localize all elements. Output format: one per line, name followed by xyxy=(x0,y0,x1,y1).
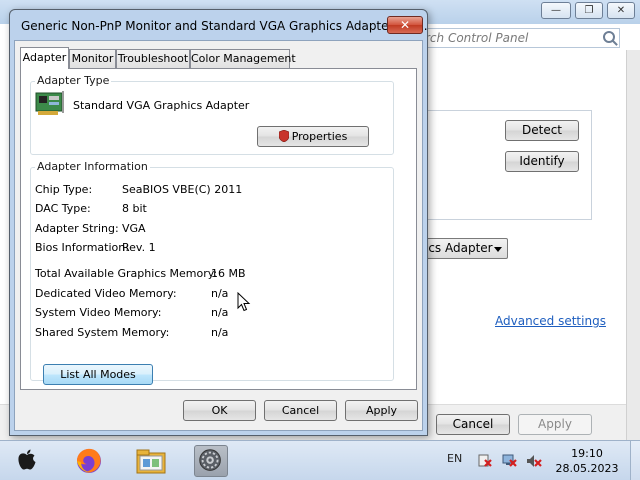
settings-taskbar-button[interactable] xyxy=(194,445,228,477)
action-center-icon[interactable] xyxy=(478,454,494,468)
tab-adapter[interactable]: Adapter xyxy=(20,47,69,69)
graphics-card-icon xyxy=(35,91,64,115)
bios-information-value: Rev. 1 xyxy=(122,241,156,254)
dac-type-label: DAC Type: xyxy=(35,202,91,215)
dedicated-video-memory-value: n/a xyxy=(211,287,229,300)
search-input[interactable]: rch Control Panel xyxy=(420,28,620,48)
dialog-cancel-button[interactable]: Cancel xyxy=(264,400,337,421)
shared-system-memory-value: n/a xyxy=(211,326,229,339)
dialog-close-button[interactable]: ✕ xyxy=(387,16,423,34)
tab-monitor[interactable]: Monitor xyxy=(69,49,116,68)
clock[interactable]: 19:10 28.05.2023 xyxy=(552,446,622,476)
identify-button[interactable]: Identify xyxy=(505,151,579,172)
properties-label: Properties xyxy=(291,130,348,143)
clock-date: 28.05.2023 xyxy=(555,462,619,475)
firefox-icon[interactable] xyxy=(72,445,106,477)
display-select-value: ics Adapter xyxy=(425,241,493,255)
display-select[interactable]: ics Adapter xyxy=(420,238,508,259)
adapter-type-group: Adapter Type Standard VGA Graphics Adapt… xyxy=(30,74,394,155)
shield-icon xyxy=(278,130,289,142)
chip-type-label: Chip Type: xyxy=(35,183,93,196)
dialog-body: Adapter Monitor Troubleshoot Color Manag… xyxy=(14,40,423,431)
dedicated-video-memory-label: Dedicated Video Memory: xyxy=(35,287,177,300)
tab-troubleshoot[interactable]: Troubleshoot xyxy=(116,49,190,68)
total-graphics-memory-label: Total Available Graphics Memory: xyxy=(35,267,218,280)
file-explorer-icon[interactable] xyxy=(134,445,168,477)
system-video-memory-value: n/a xyxy=(211,306,229,319)
cancel-button[interactable]: Cancel xyxy=(436,414,510,435)
advanced-settings-link[interactable]: Advanced settings xyxy=(495,314,606,328)
settings-icon xyxy=(199,449,221,471)
bios-information-label: Bios Information: xyxy=(35,241,129,254)
detect-button[interactable]: Detect xyxy=(505,120,579,141)
ok-button[interactable]: OK xyxy=(183,400,256,421)
dialog-apply-button[interactable]: Apply xyxy=(345,400,418,421)
taskbar: EN 19:10 28.05.2023 xyxy=(0,440,640,480)
clock-time: 19:10 xyxy=(571,447,603,460)
close-button[interactable]: ✕ xyxy=(607,2,635,19)
adapter-information-group: Adapter Information Chip Type: SeaBIOS V… xyxy=(30,160,394,381)
adapter-type-legend: Adapter Type xyxy=(35,74,112,87)
shared-system-memory-label: Shared System Memory: xyxy=(35,326,170,339)
apple-icon[interactable] xyxy=(10,445,44,477)
total-graphics-memory-value: 16 MB xyxy=(211,267,246,280)
adapter-string-value: VGA xyxy=(122,222,146,235)
chip-type-value: SeaBIOS VBE(C) 2011 xyxy=(122,183,243,196)
dialog-title: Generic Non-PnP Monitor and Standard VGA… xyxy=(21,19,428,33)
system-video-memory-label: System Video Memory: xyxy=(35,306,162,319)
show-desktop-button[interactable] xyxy=(630,441,640,480)
maximize-button[interactable]: ❐ xyxy=(575,2,603,19)
adapter-information-legend: Adapter Information xyxy=(35,160,150,173)
dac-type-value: 8 bit xyxy=(122,202,147,215)
scrollbar[interactable] xyxy=(626,50,640,440)
properties-button[interactable]: Properties xyxy=(257,126,369,147)
tab-color-management[interactable]: Color Management xyxy=(190,49,296,68)
minimize-button[interactable]: — xyxy=(541,2,571,19)
adapter-name: Standard VGA Graphics Adapter xyxy=(73,99,250,112)
search-placeholder: rch Control Panel xyxy=(425,31,529,45)
network-icon[interactable] xyxy=(502,454,518,468)
adapter-properties-dialog: Generic Non-PnP Monitor and Standard VGA… xyxy=(9,9,428,436)
adapter-string-label: Adapter String: xyxy=(35,222,119,235)
language-indicator[interactable]: EN xyxy=(447,452,462,465)
volume-muted-icon[interactable] xyxy=(526,454,542,468)
apply-button[interactable]: Apply xyxy=(518,414,592,435)
adapter-tab-page: Adapter Type Standard VGA Graphics Adapt… xyxy=(20,68,417,390)
list-all-modes-button[interactable]: List All Modes xyxy=(43,364,153,385)
mouse-cursor-icon xyxy=(237,292,251,312)
chevron-down-icon xyxy=(494,247,502,252)
